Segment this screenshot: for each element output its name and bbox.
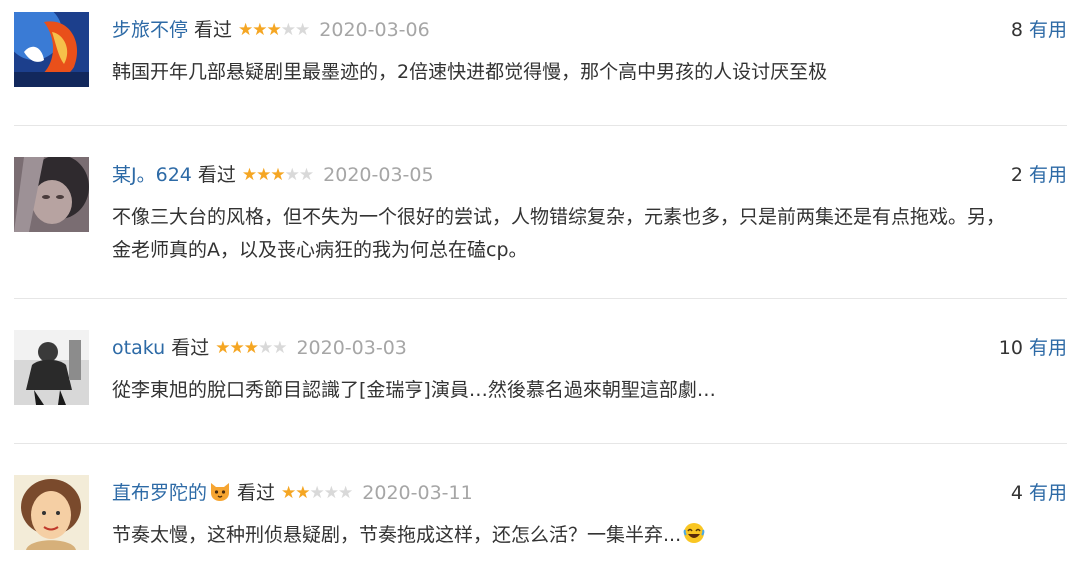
review-meta: 直布罗陀的 看过 ★★★★★ 2020-03-11: [112, 479, 473, 507]
review-item: 某J。624 看过 ★★★★★ 2020-03-05 2 有用 不像三大台的风格，但不失…: [14, 157, 1067, 261]
star-empty-icon: ★: [272, 338, 287, 358]
comment-line: 不像三大台的风格，但不失为一个很好的尝试，人物错综复杂，元素也多，只是前两集还是…: [112, 206, 1006, 228]
watch-status: 看过: [194, 19, 233, 41]
review-comment: 從李東旭的脫口秀節目認識了[金瑞亨]演員…然後慕名過來朝聖這部劇…: [112, 374, 1062, 407]
useful-count: 2: [1010, 164, 1023, 186]
avatar[interactable]: [14, 12, 89, 87]
review-comment: 节奏太慢，这种刑侦悬疑剧，节奏拖成这样，还怎么活？一集半弃...: [112, 519, 1062, 555]
useful-vote: 10 有用: [999, 334, 1067, 362]
useful-count: 10: [998, 337, 1023, 359]
star-empty-icon: ★: [284, 165, 300, 185]
divider: [14, 298, 1067, 299]
avatar[interactable]: [14, 475, 89, 550]
watch-status: 看过: [171, 337, 210, 359]
review-date: 2020-03-06: [319, 19, 430, 41]
useful-button[interactable]: 有用: [1029, 19, 1067, 41]
avatar-image: [14, 330, 89, 405]
laughing-face-icon: [683, 522, 705, 555]
rating-stars: ★★★★★: [281, 479, 353, 507]
rating-stars: ★★★★★: [238, 16, 310, 44]
comment-line: 金老师真的A，以及丧心病狂的我为何总在磕cp。: [112, 239, 528, 261]
star-filled-icon: ★: [281, 483, 296, 503]
star-filled-icon: ★: [256, 165, 271, 185]
review-meta: 某J。624 看过 ★★★★★ 2020-03-05: [112, 161, 434, 189]
useful-button[interactable]: 有用: [1029, 482, 1067, 504]
star-filled-icon: ★: [252, 20, 267, 40]
review-date: 2020-03-05: [323, 164, 434, 186]
divider: [14, 125, 1067, 126]
review-item: otaku 看过 ★★★★★ 2020-03-03 10 有用 從李東旭的脫口秀節目認識…: [14, 330, 1067, 410]
cat-face-icon: [209, 480, 231, 510]
review-list: 步旅不停 看过 ★★★★★ 2020-03-06 8 有用 韩国开年几部悬疑剧里最墨迹的…: [0, 0, 1080, 563]
review-item: 直布罗陀的 看过 ★★★★★ 2020-03-11 4 有用 节奏太慢，这种刑侦悬疑剧，…: [14, 475, 1067, 555]
useful-vote: 2 有用: [1011, 161, 1067, 189]
review-item: 步旅不停 看过 ★★★★★ 2020-03-06 8 有用 韩国开年几部悬疑剧里最墨迹的…: [14, 12, 1067, 92]
watch-status: 看过: [197, 164, 236, 186]
avatar[interactable]: [14, 157, 89, 232]
avatar[interactable]: [14, 330, 89, 405]
comment-line: 节奏太慢，这种刑侦悬疑剧，节奏拖成这样，还怎么活？一集半弃...: [112, 519, 1062, 555]
star-empty-icon: ★: [309, 483, 325, 503]
star-filled-icon: ★: [229, 338, 244, 358]
username-link[interactable]: 直布罗陀的: [112, 482, 231, 504]
star-filled-icon: ★: [295, 483, 310, 503]
star-filled-icon: ★: [215, 338, 230, 358]
username-text: 直布罗陀的: [112, 482, 208, 504]
review-meta: 步旅不停 看过 ★★★★★ 2020-03-06: [112, 16, 430, 44]
avatar-image: [14, 475, 89, 550]
star-filled-icon: ★: [270, 165, 285, 185]
comment-text: 节奏太慢，这种刑侦悬疑剧，节奏拖成这样，还怎么活？一集半弃...: [112, 524, 682, 546]
star-filled-icon: ★: [238, 20, 253, 40]
star-empty-icon: ★: [298, 165, 314, 185]
username-link[interactable]: 步旅不停: [112, 19, 188, 41]
review-meta: otaku 看过 ★★★★★ 2020-03-03: [112, 334, 407, 362]
star-empty-icon: ★: [338, 483, 353, 503]
watch-status: 看过: [237, 482, 276, 504]
star-filled-icon: ★: [241, 165, 257, 185]
star-filled-icon: ★: [266, 20, 282, 40]
useful-vote: 4 有用: [1011, 479, 1067, 507]
username-link[interactable]: 某J。624: [112, 164, 192, 186]
review-date: 2020-03-03: [296, 337, 407, 359]
star-filled-icon: ★: [243, 338, 259, 358]
comment-line: 從李東旭的脫口秀節目認識了[金瑞亨]演員…然後慕名過來朝聖這部劇…: [112, 379, 716, 401]
star-empty-icon: ★: [257, 338, 273, 358]
review-date: 2020-03-11: [362, 482, 473, 504]
star-empty-icon: ★: [280, 20, 296, 40]
avatar-image: [14, 12, 89, 87]
useful-button[interactable]: 有用: [1029, 337, 1067, 359]
rating-stars: ★★★★★: [215, 334, 287, 362]
star-empty-icon: ★: [323, 483, 339, 503]
username-link[interactable]: otaku: [112, 337, 165, 359]
useful-button[interactable]: 有用: [1029, 164, 1067, 186]
comment-line: 韩国开年几部悬疑剧里最墨迹的，2倍速快进都觉得慢，那个高中男孩的人设讨厌至极: [112, 61, 828, 83]
review-comment: 韩国开年几部悬疑剧里最墨迹的，2倍速快进都觉得慢，那个高中男孩的人设讨厌至极: [112, 56, 1062, 89]
divider: [14, 443, 1067, 444]
rating-stars: ★★★★★: [241, 161, 314, 189]
review-comment: 不像三大台的风格，但不失为一个很好的尝试，人物错综复杂，元素也多，只是前两集还是…: [112, 201, 1062, 267]
useful-count: 4: [1010, 482, 1023, 504]
avatar-image: [14, 157, 89, 232]
useful-count: 8: [1010, 19, 1023, 41]
useful-vote: 8 有用: [1011, 16, 1067, 44]
star-empty-icon: ★: [295, 20, 310, 40]
